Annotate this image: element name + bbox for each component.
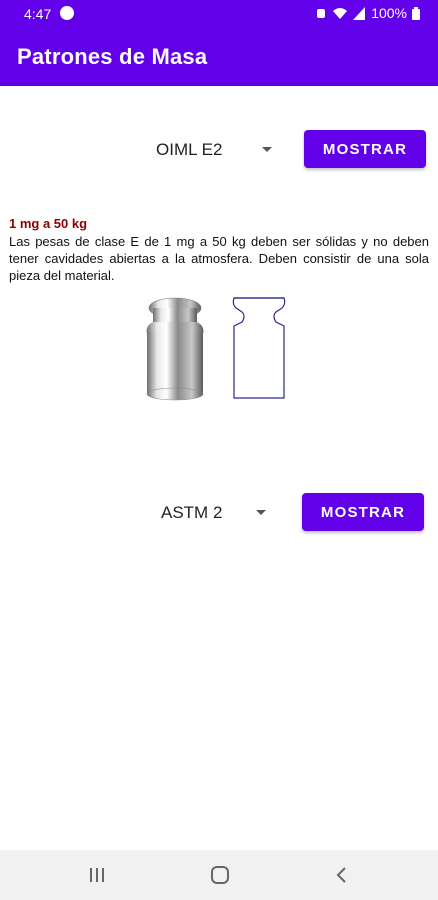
battery-icon xyxy=(412,6,420,20)
chevron-down-icon xyxy=(256,510,266,515)
chevron-down-icon xyxy=(262,147,272,152)
navigation-bar xyxy=(0,850,438,900)
home-icon[interactable] xyxy=(210,866,230,884)
standard-selector-dropdown[interactable]: ASTM 2 xyxy=(161,502,276,524)
show-button-2[interactable]: MOSTRAR xyxy=(302,493,424,531)
status-bar: 4:47 100% xyxy=(0,0,438,28)
class-selector-dropdown[interactable]: OIML E2 xyxy=(156,139,276,161)
weight-photo xyxy=(146,297,204,401)
app-title: Patrones de Masa xyxy=(17,44,208,69)
class-description: Las pesas de clase E de 1 mg a 50 kg deb… xyxy=(9,234,429,283)
wifi-icon xyxy=(333,7,348,19)
show-button[interactable]: MOSTRAR xyxy=(304,130,426,168)
weight-outline-drawing xyxy=(232,297,286,399)
recents-icon[interactable] xyxy=(88,867,106,883)
back-icon[interactable] xyxy=(334,866,348,884)
class-selector-value: OIML E2 xyxy=(156,140,223,159)
signal-icon xyxy=(353,6,366,20)
standard-selector-value: ASTM 2 xyxy=(161,503,223,522)
battery-percent: 100% xyxy=(371,5,407,21)
status-time: 4:47 xyxy=(24,6,52,22)
notification-icon xyxy=(60,6,74,20)
status-icons: 100% xyxy=(315,5,420,21)
app-bar: Patrones de Masa xyxy=(0,28,438,86)
range-title: 1 mg a 50 kg xyxy=(9,216,88,231)
alarm-icon xyxy=(317,9,326,18)
